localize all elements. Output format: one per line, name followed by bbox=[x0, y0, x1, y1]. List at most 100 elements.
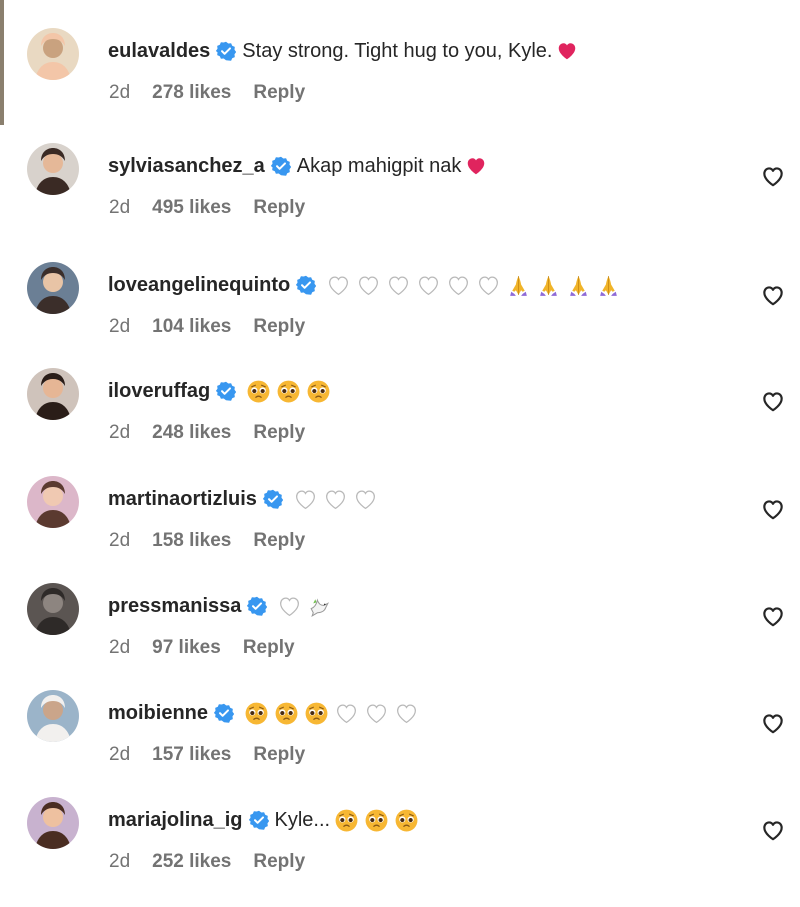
comment-meta: 2d 104 likes Reply bbox=[109, 314, 305, 340]
emoji-row bbox=[246, 379, 336, 404]
comment-item: eulavaldes Stay strong. Tight hug to you… bbox=[0, 28, 800, 138]
red-heart-emoji-icon bbox=[556, 40, 583, 62]
pleading-face-emoji-icon bbox=[304, 701, 334, 726]
avatar[interactable] bbox=[27, 368, 79, 420]
username[interactable]: martinaortizluis bbox=[108, 488, 257, 511]
username[interactable]: iloveruffag bbox=[108, 380, 210, 403]
pleading-face-emoji-icon bbox=[246, 379, 276, 404]
comment-body: mariajolina_ig Kyle... bbox=[108, 805, 424, 835]
verified-badge-icon bbox=[214, 703, 235, 723]
white-heart-emoji-icon bbox=[356, 273, 386, 298]
reply-button[interactable]: Reply bbox=[253, 744, 305, 766]
folded-hands-emoji-icon bbox=[596, 273, 626, 298]
avatar[interactable] bbox=[27, 143, 79, 195]
avatar[interactable] bbox=[27, 476, 79, 528]
reply-button[interactable]: Reply bbox=[253, 82, 305, 104]
timestamp[interactable]: 2d bbox=[109, 530, 130, 552]
verified-badge-icon bbox=[216, 381, 237, 401]
comment-body: sylviasanchez_a Akap mahigpit nak bbox=[108, 151, 492, 181]
likes-count[interactable]: 252 likes bbox=[152, 851, 231, 873]
verified-badge-icon bbox=[270, 156, 291, 176]
comment-item: iloveruffag 2d 248 likes Reply bbox=[0, 368, 800, 478]
verified-badge-icon bbox=[247, 596, 268, 616]
comment-meta: 2d 278 likes Reply bbox=[109, 80, 305, 106]
reply-button[interactable]: Reply bbox=[253, 530, 305, 552]
white-heart-emoji-icon bbox=[326, 273, 356, 298]
avatar[interactable] bbox=[27, 797, 79, 849]
like-heart-icon[interactable] bbox=[760, 710, 786, 736]
reply-button[interactable]: Reply bbox=[253, 197, 305, 219]
timestamp[interactable]: 2d bbox=[109, 422, 130, 444]
username[interactable]: loveangelinequinto bbox=[108, 274, 290, 297]
avatar[interactable] bbox=[27, 262, 79, 314]
white-heart-emoji-icon bbox=[323, 487, 353, 512]
likes-count[interactable]: 248 likes bbox=[152, 422, 231, 444]
comment-item: martinaortizluis 2d 158 likes Reply bbox=[0, 476, 800, 586]
avatar[interactable] bbox=[27, 690, 79, 742]
white-heart-emoji-icon bbox=[277, 594, 307, 619]
comment-item: loveangelinequinto 2d 104 likes Reply bbox=[0, 262, 800, 372]
comment-item: sylviasanchez_a Akap mahigpit nak 2d 495… bbox=[0, 143, 800, 253]
timestamp[interactable]: 2d bbox=[109, 316, 130, 338]
comment-text: Akap mahigpit nak bbox=[296, 154, 462, 177]
username[interactable]: eulavaldes bbox=[108, 40, 210, 63]
like-heart-icon[interactable] bbox=[760, 163, 786, 189]
like-heart-icon[interactable] bbox=[760, 496, 786, 522]
folded-hands-emoji-icon bbox=[566, 273, 596, 298]
dove-emoji-icon bbox=[307, 594, 337, 619]
likes-count[interactable]: 157 likes bbox=[152, 744, 231, 766]
comment-meta: 2d 158 likes Reply bbox=[109, 528, 305, 554]
comment-body: pressmanissa bbox=[108, 591, 337, 621]
verified-badge-icon bbox=[248, 810, 269, 830]
username[interactable]: moibienne bbox=[108, 702, 208, 725]
reply-button[interactable]: Reply bbox=[243, 637, 295, 659]
emoji-row bbox=[326, 273, 626, 298]
pleading-face-emoji-icon bbox=[364, 808, 394, 833]
reply-button[interactable]: Reply bbox=[253, 316, 305, 338]
reply-button[interactable]: Reply bbox=[253, 422, 305, 444]
comment-body: loveangelinequinto bbox=[108, 270, 626, 300]
comment-meta: 2d 97 likes Reply bbox=[109, 635, 295, 661]
timestamp[interactable]: 2d bbox=[109, 197, 130, 219]
comment-body: moibienne bbox=[108, 698, 424, 728]
comment-item: mariajolina_ig Kyle... 2d 252 likes Repl… bbox=[0, 797, 800, 907]
avatar[interactable] bbox=[27, 583, 79, 635]
likes-count[interactable]: 104 likes bbox=[152, 316, 231, 338]
pleading-face-emoji-icon bbox=[334, 808, 364, 833]
likes-count[interactable]: 495 likes bbox=[152, 197, 231, 219]
pleading-face-emoji-icon bbox=[274, 701, 304, 726]
white-heart-emoji-icon bbox=[334, 701, 364, 726]
comment-text: Stay strong. Tight hug to you, Kyle. bbox=[242, 39, 553, 62]
folded-hands-emoji-icon bbox=[506, 273, 536, 298]
username[interactable]: pressmanissa bbox=[108, 595, 241, 618]
verified-badge-icon bbox=[216, 41, 237, 61]
timestamp[interactable]: 2d bbox=[109, 744, 130, 766]
reply-button[interactable]: Reply bbox=[253, 851, 305, 873]
pleading-face-emoji-icon bbox=[244, 701, 274, 726]
username[interactable]: mariajolina_ig bbox=[108, 809, 243, 832]
timestamp[interactable]: 2d bbox=[109, 851, 130, 873]
like-heart-icon[interactable] bbox=[760, 817, 786, 843]
emoji-row bbox=[334, 808, 424, 833]
likes-count[interactable]: 97 likes bbox=[152, 637, 221, 659]
timestamp[interactable]: 2d bbox=[109, 82, 130, 104]
likes-count[interactable]: 158 likes bbox=[152, 530, 231, 552]
username[interactable]: sylviasanchez_a bbox=[108, 155, 265, 178]
verified-badge-icon bbox=[262, 489, 283, 509]
comment-item: pressmanissa 2d 97 likes Reply bbox=[0, 583, 800, 693]
comment-body: iloveruffag bbox=[108, 376, 336, 406]
likes-count[interactable]: 278 likes bbox=[152, 82, 231, 104]
like-heart-icon[interactable] bbox=[760, 282, 786, 308]
white-heart-emoji-icon bbox=[446, 273, 476, 298]
like-heart-icon[interactable] bbox=[760, 603, 786, 629]
verified-badge-icon bbox=[296, 275, 317, 295]
red-heart-emoji-icon bbox=[465, 155, 492, 177]
like-heart-icon[interactable] bbox=[760, 388, 786, 414]
timestamp[interactable]: 2d bbox=[109, 637, 130, 659]
comment-body: eulavaldes Stay strong. Tight hug to you… bbox=[108, 36, 583, 66]
comment-meta: 2d 248 likes Reply bbox=[109, 420, 305, 446]
white-heart-emoji-icon bbox=[293, 487, 323, 512]
avatar[interactable] bbox=[27, 28, 79, 80]
white-heart-emoji-icon bbox=[394, 701, 424, 726]
emoji-row bbox=[556, 40, 583, 62]
